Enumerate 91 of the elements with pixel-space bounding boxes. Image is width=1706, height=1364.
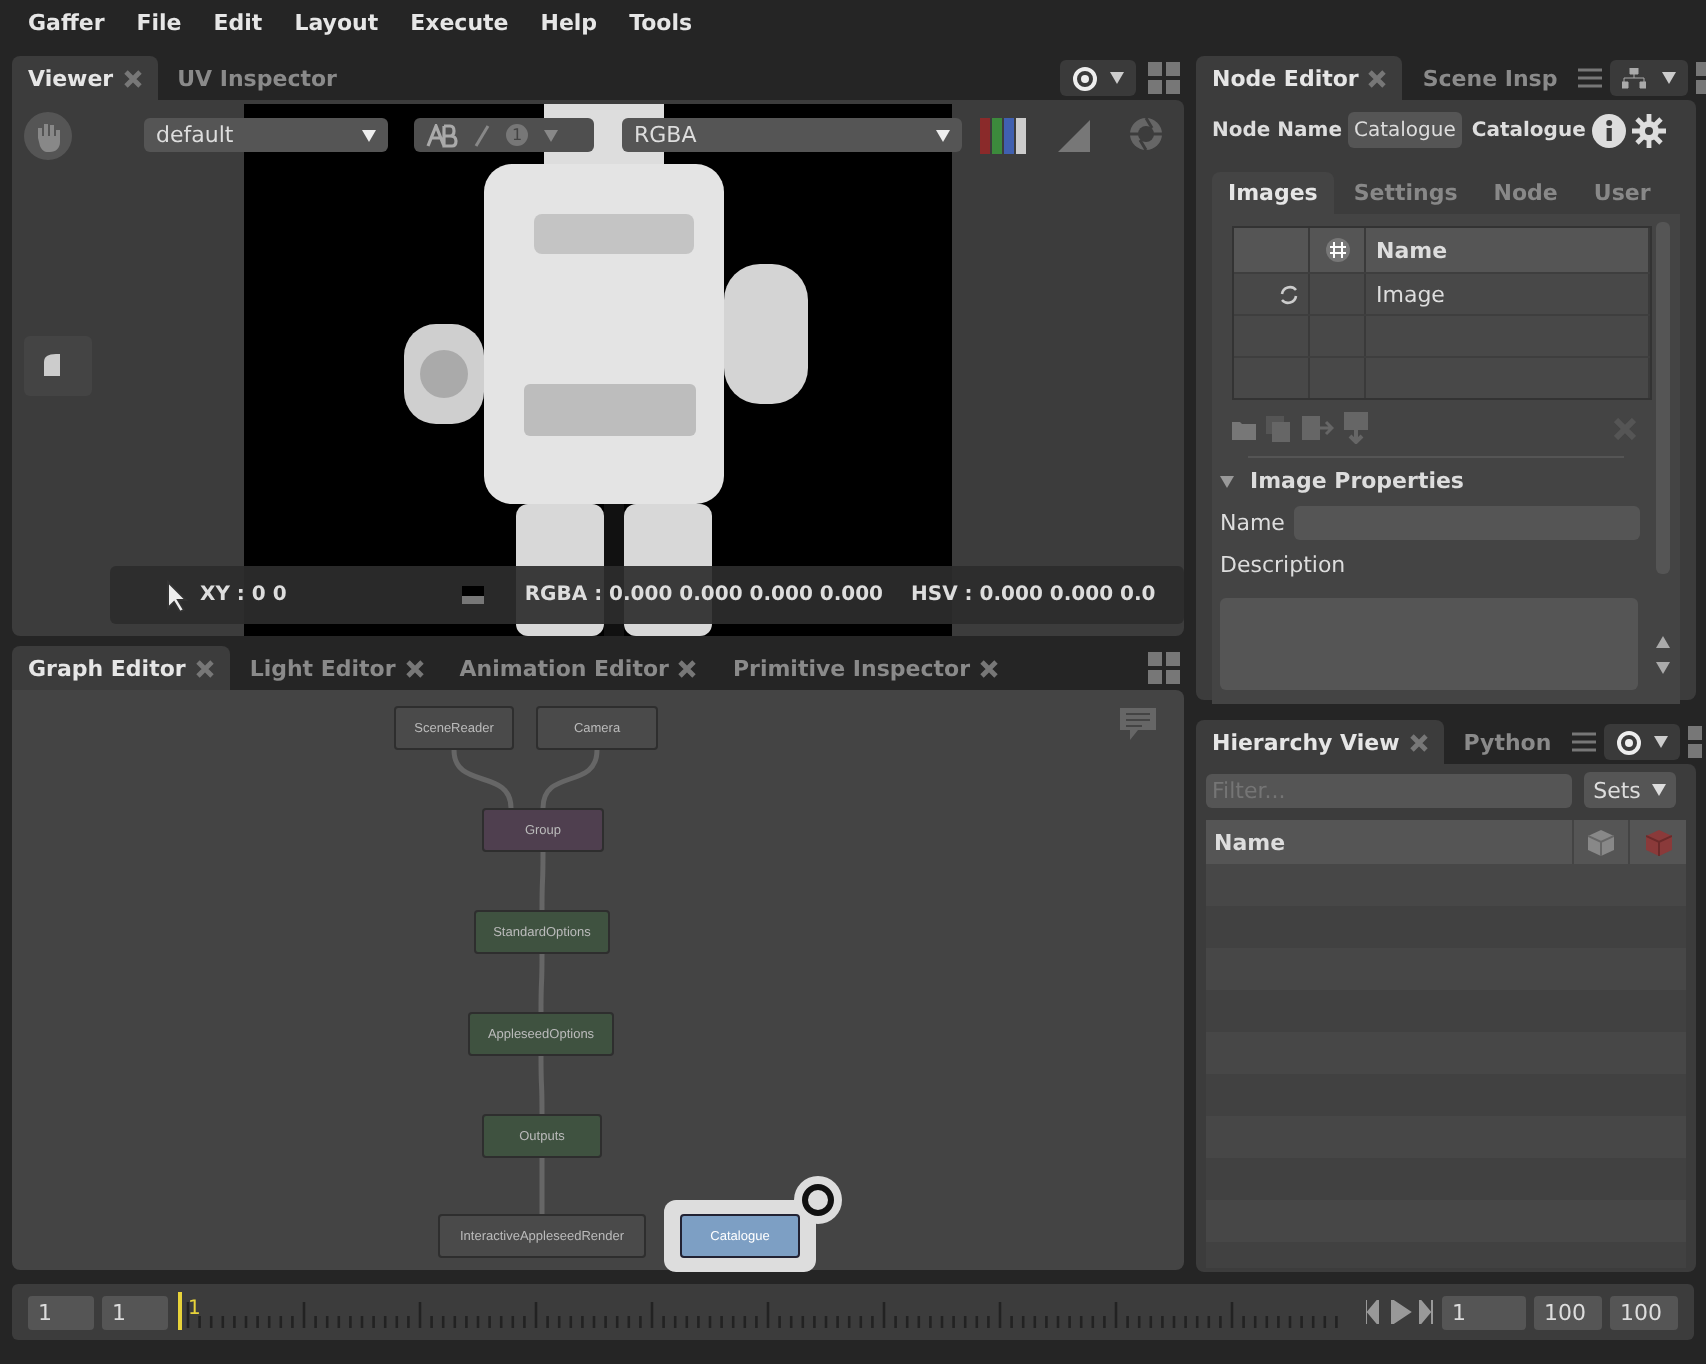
collapse-icon[interactable] — [1220, 475, 1234, 487]
hash-icon — [1325, 238, 1349, 262]
caret-icon[interactable] — [1653, 736, 1668, 748]
close-icon[interactable] — [405, 659, 424, 677]
menu-item[interactable]: Layout — [278, 9, 395, 35]
column-header[interactable]: Name — [1214, 829, 1286, 855]
close-icon[interactable] — [195, 659, 214, 677]
scroll-down-icon[interactable] — [1656, 662, 1670, 674]
refresh-icon[interactable] — [1278, 283, 1300, 305]
table-cell[interactable]: Image — [1376, 281, 1445, 307]
column-header[interactable]: Name — [1376, 237, 1448, 263]
layout-icon[interactable] — [1148, 652, 1180, 684]
playback-controls-icon[interactable] — [1366, 1300, 1434, 1324]
pointer-icon — [166, 579, 188, 611]
hsv-readout: HSV : 0.000 0.000 0.0 — [911, 584, 1156, 606]
caret-icon[interactable] — [1110, 72, 1124, 84]
channels-dropdown[interactable]: RGBA — [622, 118, 962, 152]
swatch-icon — [462, 586, 485, 604]
menu-item[interactable]: Edit — [197, 9, 279, 35]
end-frame-field[interactable]: 100 — [1610, 1295, 1678, 1329]
panel-tab[interactable]: Hierarchy View — [1196, 720, 1444, 764]
connection-line — [451, 749, 514, 809]
connection-line — [538, 1056, 545, 1114]
current-frame-field[interactable]: 1 — [1442, 1295, 1526, 1329]
close-icon[interactable] — [980, 659, 998, 677]
caret-icon[interactable] — [1661, 72, 1676, 84]
section-tab[interactable]: Images — [1212, 172, 1334, 214]
connection-line — [539, 1158, 545, 1214]
close-icon[interactable] — [123, 69, 142, 87]
target-icon[interactable] — [1072, 65, 1098, 91]
section-tab[interactable]: User — [1577, 172, 1667, 214]
hierarchy-dropdown[interactable] — [1609, 60, 1688, 96]
panel-tab[interactable]: Scene Insp — [1406, 56, 1574, 100]
close-icon[interactable] — [678, 659, 697, 677]
gear-icon[interactable] — [1631, 113, 1666, 147]
section-tab[interactable]: Settings — [1337, 172, 1474, 214]
menu-item[interactable]: Execute — [394, 9, 525, 35]
panel-tab[interactable]: Node Editor — [1196, 56, 1403, 100]
field-label: Description — [1220, 552, 1346, 578]
caret-icon[interactable] — [1652, 784, 1667, 796]
layout-icon[interactable] — [1148, 62, 1180, 94]
menu-item[interactable]: File — [120, 9, 198, 35]
end-frame-field[interactable]: 100 — [1534, 1295, 1602, 1329]
scroll-up-icon[interactable] — [1656, 636, 1670, 648]
menu-icon[interactable] — [1577, 68, 1602, 88]
menu-item[interactable]: Help — [524, 9, 614, 35]
section-title[interactable]: Image Properties — [1250, 468, 1464, 494]
wipe-icon[interactable] — [426, 123, 458, 147]
node-type-label: Catalogue — [1471, 119, 1586, 141]
hand-icon[interactable] — [24, 112, 72, 160]
caret-icon[interactable] — [936, 129, 950, 141]
connection-line — [540, 749, 600, 809]
caret-icon[interactable] — [362, 129, 376, 141]
aperture-icon[interactable] — [1128, 116, 1164, 152]
panel-tab[interactable]: Animation Editor — [443, 646, 713, 690]
xy-readout: XY : 0 0 — [200, 584, 287, 606]
menu-item[interactable]: Gaffer — [12, 9, 121, 35]
panel-tab[interactable]: UV Inspector — [161, 56, 353, 100]
sets-button[interactable]: Sets — [1584, 772, 1676, 808]
panel-tab[interactable]: Primitive Inspector — [716, 646, 1014, 690]
current-frame-label: 1 — [188, 1298, 201, 1320]
rgba-readout: RGBA : 0.000 0.000 0.000 0.000 — [524, 584, 884, 606]
menu-item[interactable]: Tools — [613, 9, 709, 35]
connection-line — [538, 954, 545, 1012]
channel-bars-icon[interactable] — [980, 118, 1028, 154]
close-icon[interactable] — [1368, 69, 1387, 87]
node-name-label: Node Name — [1212, 119, 1342, 141]
start-frame-field[interactable]: 1 — [28, 1295, 94, 1329]
ramp-icon[interactable] — [1058, 120, 1090, 152]
hierarchy-icon[interactable] — [1621, 67, 1646, 89]
panel-tab[interactable]: Graph Editor — [12, 646, 230, 690]
target-dropdown[interactable] — [1603, 724, 1680, 760]
focus-ring-icon[interactable] — [794, 1176, 842, 1224]
panel-tab[interactable]: Python — [1447, 720, 1568, 764]
cube-icon[interactable] — [1588, 829, 1614, 855]
node-name-field[interactable]: Catalogue — [1347, 112, 1462, 148]
target-dropdown[interactable] — [1060, 60, 1136, 96]
display-transform-dropdown[interactable]: default — [144, 118, 388, 152]
field-label: Name — [1220, 510, 1285, 536]
panel-tab[interactable]: Light Editor — [233, 646, 440, 690]
start-frame-field[interactable]: 1 — [102, 1295, 168, 1329]
target-icon[interactable] — [1615, 729, 1642, 755]
connection-line — [539, 852, 546, 910]
info-icon[interactable] — [1591, 113, 1626, 147]
slash-icon[interactable] — [474, 123, 490, 147]
section-tab[interactable]: Node — [1477, 172, 1574, 214]
folder-icon[interactable] — [1232, 417, 1256, 439]
menu-icon[interactable] — [1571, 732, 1596, 752]
panel-tab[interactable]: Viewer — [12, 56, 158, 100]
crop-button[interactable] — [24, 336, 92, 396]
close-icon[interactable] — [1409, 733, 1428, 751]
